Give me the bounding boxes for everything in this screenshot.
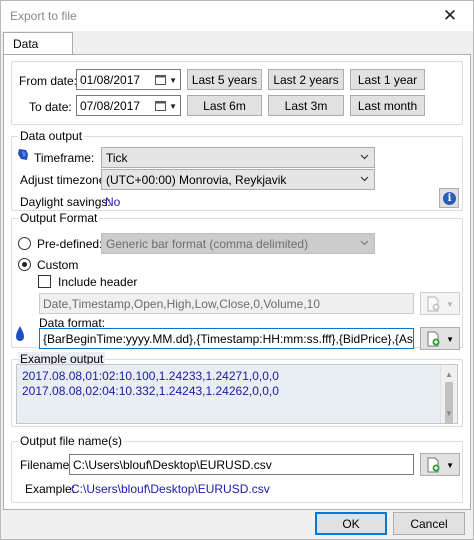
title-bar: Export to file ✕	[1, 1, 473, 31]
chevron-down-icon[interactable]: ▼	[169, 76, 177, 85]
example-output-box[interactable]: 2017.08.08,01:02:10.100,1.24233,1.24271,…	[16, 364, 458, 424]
date-range-group: From date: 01/08/2017 ▼ Last 5 years Las…	[11, 61, 463, 125]
chevron-down-icon	[359, 173, 370, 187]
from-date-label: From date:	[19, 74, 78, 88]
timeframe-label: Timeframe:	[34, 151, 95, 165]
header-insert-button[interactable]: ▼	[420, 292, 460, 315]
filename-insert-button[interactable]: ▼	[420, 453, 460, 476]
header-field[interactable]: Date,Timestamp,Open,High,Low,Close,0,Vol…	[39, 293, 414, 314]
calendar-icon[interactable]	[155, 74, 166, 88]
last-3m-button[interactable]: Last 3m	[268, 95, 344, 116]
example-output-line: 2017.08.08,01:02:10.100,1.24233,1.24271,…	[22, 369, 279, 383]
vertical-scrollbar[interactable]: ▲ ▼	[440, 365, 457, 424]
example-output-group: Example output 2017.08.08,01:02:10.100,1…	[11, 352, 463, 427]
info-icon: i	[443, 192, 456, 205]
last-2-years-button[interactable]: Last 2 years	[268, 69, 344, 90]
last-6m-button[interactable]: Last 6m	[187, 95, 262, 116]
daylight-savings-value: No	[105, 195, 121, 209]
data-format-field[interactable]: {BarBeginTime:yyyy.MM.dd},{Timestamp:HH:…	[39, 328, 414, 349]
to-date-value: 07/08/2017	[80, 99, 141, 113]
info-button[interactable]: i	[439, 188, 459, 208]
output-file-group: Output file name(s) Filename: C:\Users\b…	[11, 434, 463, 503]
chevron-down-icon: ▼	[446, 300, 454, 309]
output-file-title: Output file name(s)	[18, 434, 125, 448]
chevron-down-icon: ▼	[446, 335, 454, 344]
data-output-title: Data output	[18, 129, 85, 143]
scroll-up-icon[interactable]: ▲	[445, 367, 453, 382]
to-date-picker[interactable]: 07/08/2017 ▼	[76, 95, 181, 116]
daylight-savings-label: Daylight savings:	[20, 195, 111, 209]
last-month-button[interactable]: Last month	[350, 95, 425, 116]
output-format-group: Output Format Pre-defined: Generic bar f…	[11, 211, 463, 350]
chevron-down-icon[interactable]: ▼	[169, 102, 177, 111]
cancel-button[interactable]: Cancel	[393, 512, 465, 535]
tab-strip: Data export	[1, 31, 473, 65]
filename-label: Filename:	[20, 458, 73, 472]
include-header-label: Include header	[58, 275, 138, 289]
close-icon[interactable]: ✕	[427, 1, 473, 31]
calendar-icon[interactable]	[155, 100, 166, 114]
predefined-format-value: Generic bar format (comma delimited)	[106, 237, 309, 251]
include-header-checkbox[interactable]	[38, 275, 51, 288]
timezone-select[interactable]: (UTC+00:00) Monrovia, Reykjavik	[101, 169, 375, 190]
timezone-value: (UTC+00:00) Monrovia, Reykjavik	[106, 173, 287, 187]
data-format-insert-button[interactable]: ▼	[420, 327, 460, 350]
tab-data-export[interactable]: Data export	[3, 32, 73, 65]
to-date-label: To date:	[29, 100, 72, 114]
document-icon	[426, 331, 441, 350]
filename-field[interactable]: C:\Users\blouf\Desktop\EURUSD.csv	[69, 454, 414, 475]
timezone-label: Adjust timezone:	[20, 173, 109, 187]
format-drop-icon	[15, 325, 25, 346]
scroll-down-icon[interactable]: ▼	[445, 406, 453, 421]
document-icon	[426, 457, 441, 476]
custom-radio[interactable]	[18, 258, 31, 271]
custom-label: Custom	[37, 258, 79, 272]
last-1-year-button[interactable]: Last 1 year	[350, 69, 425, 90]
chevron-down-icon	[359, 151, 370, 165]
data-output-group: Data output Timeframe: Tick Adjust timez…	[11, 129, 463, 211]
ok-button[interactable]: OK	[315, 512, 387, 535]
example-path-label: Example:	[25, 482, 76, 496]
example-output-line: 2017.08.08,02:04:10.332,1.24243,1.24262,…	[22, 384, 279, 398]
last-5-years-button[interactable]: Last 5 years	[187, 69, 262, 90]
from-date-value: 01/08/2017	[80, 73, 141, 87]
tab-page: From date: 01/08/2017 ▼ Last 5 years Las…	[3, 54, 471, 510]
window-title: Export to file	[10, 9, 77, 23]
timeframe-value: Tick	[106, 151, 128, 165]
chevron-down-icon	[359, 237, 370, 251]
export-dialog: Export to file ✕ Data export From date: …	[0, 0, 474, 540]
predefined-format-select[interactable]: Generic bar format (comma delimited)	[101, 233, 375, 254]
from-date-picker[interactable]: 01/08/2017 ▼	[76, 69, 181, 90]
output-format-title: Output Format	[18, 211, 100, 225]
chevron-down-icon: ▼	[446, 461, 454, 470]
predefined-radio[interactable]	[18, 237, 31, 250]
document-icon	[426, 296, 441, 315]
timeframe-icon	[17, 148, 30, 164]
predefined-label: Pre-defined:	[37, 237, 103, 251]
example-path-value: C:\Users\blouf\Desktop\EURUSD.csv	[71, 482, 270, 496]
timeframe-select[interactable]: Tick	[101, 147, 375, 168]
